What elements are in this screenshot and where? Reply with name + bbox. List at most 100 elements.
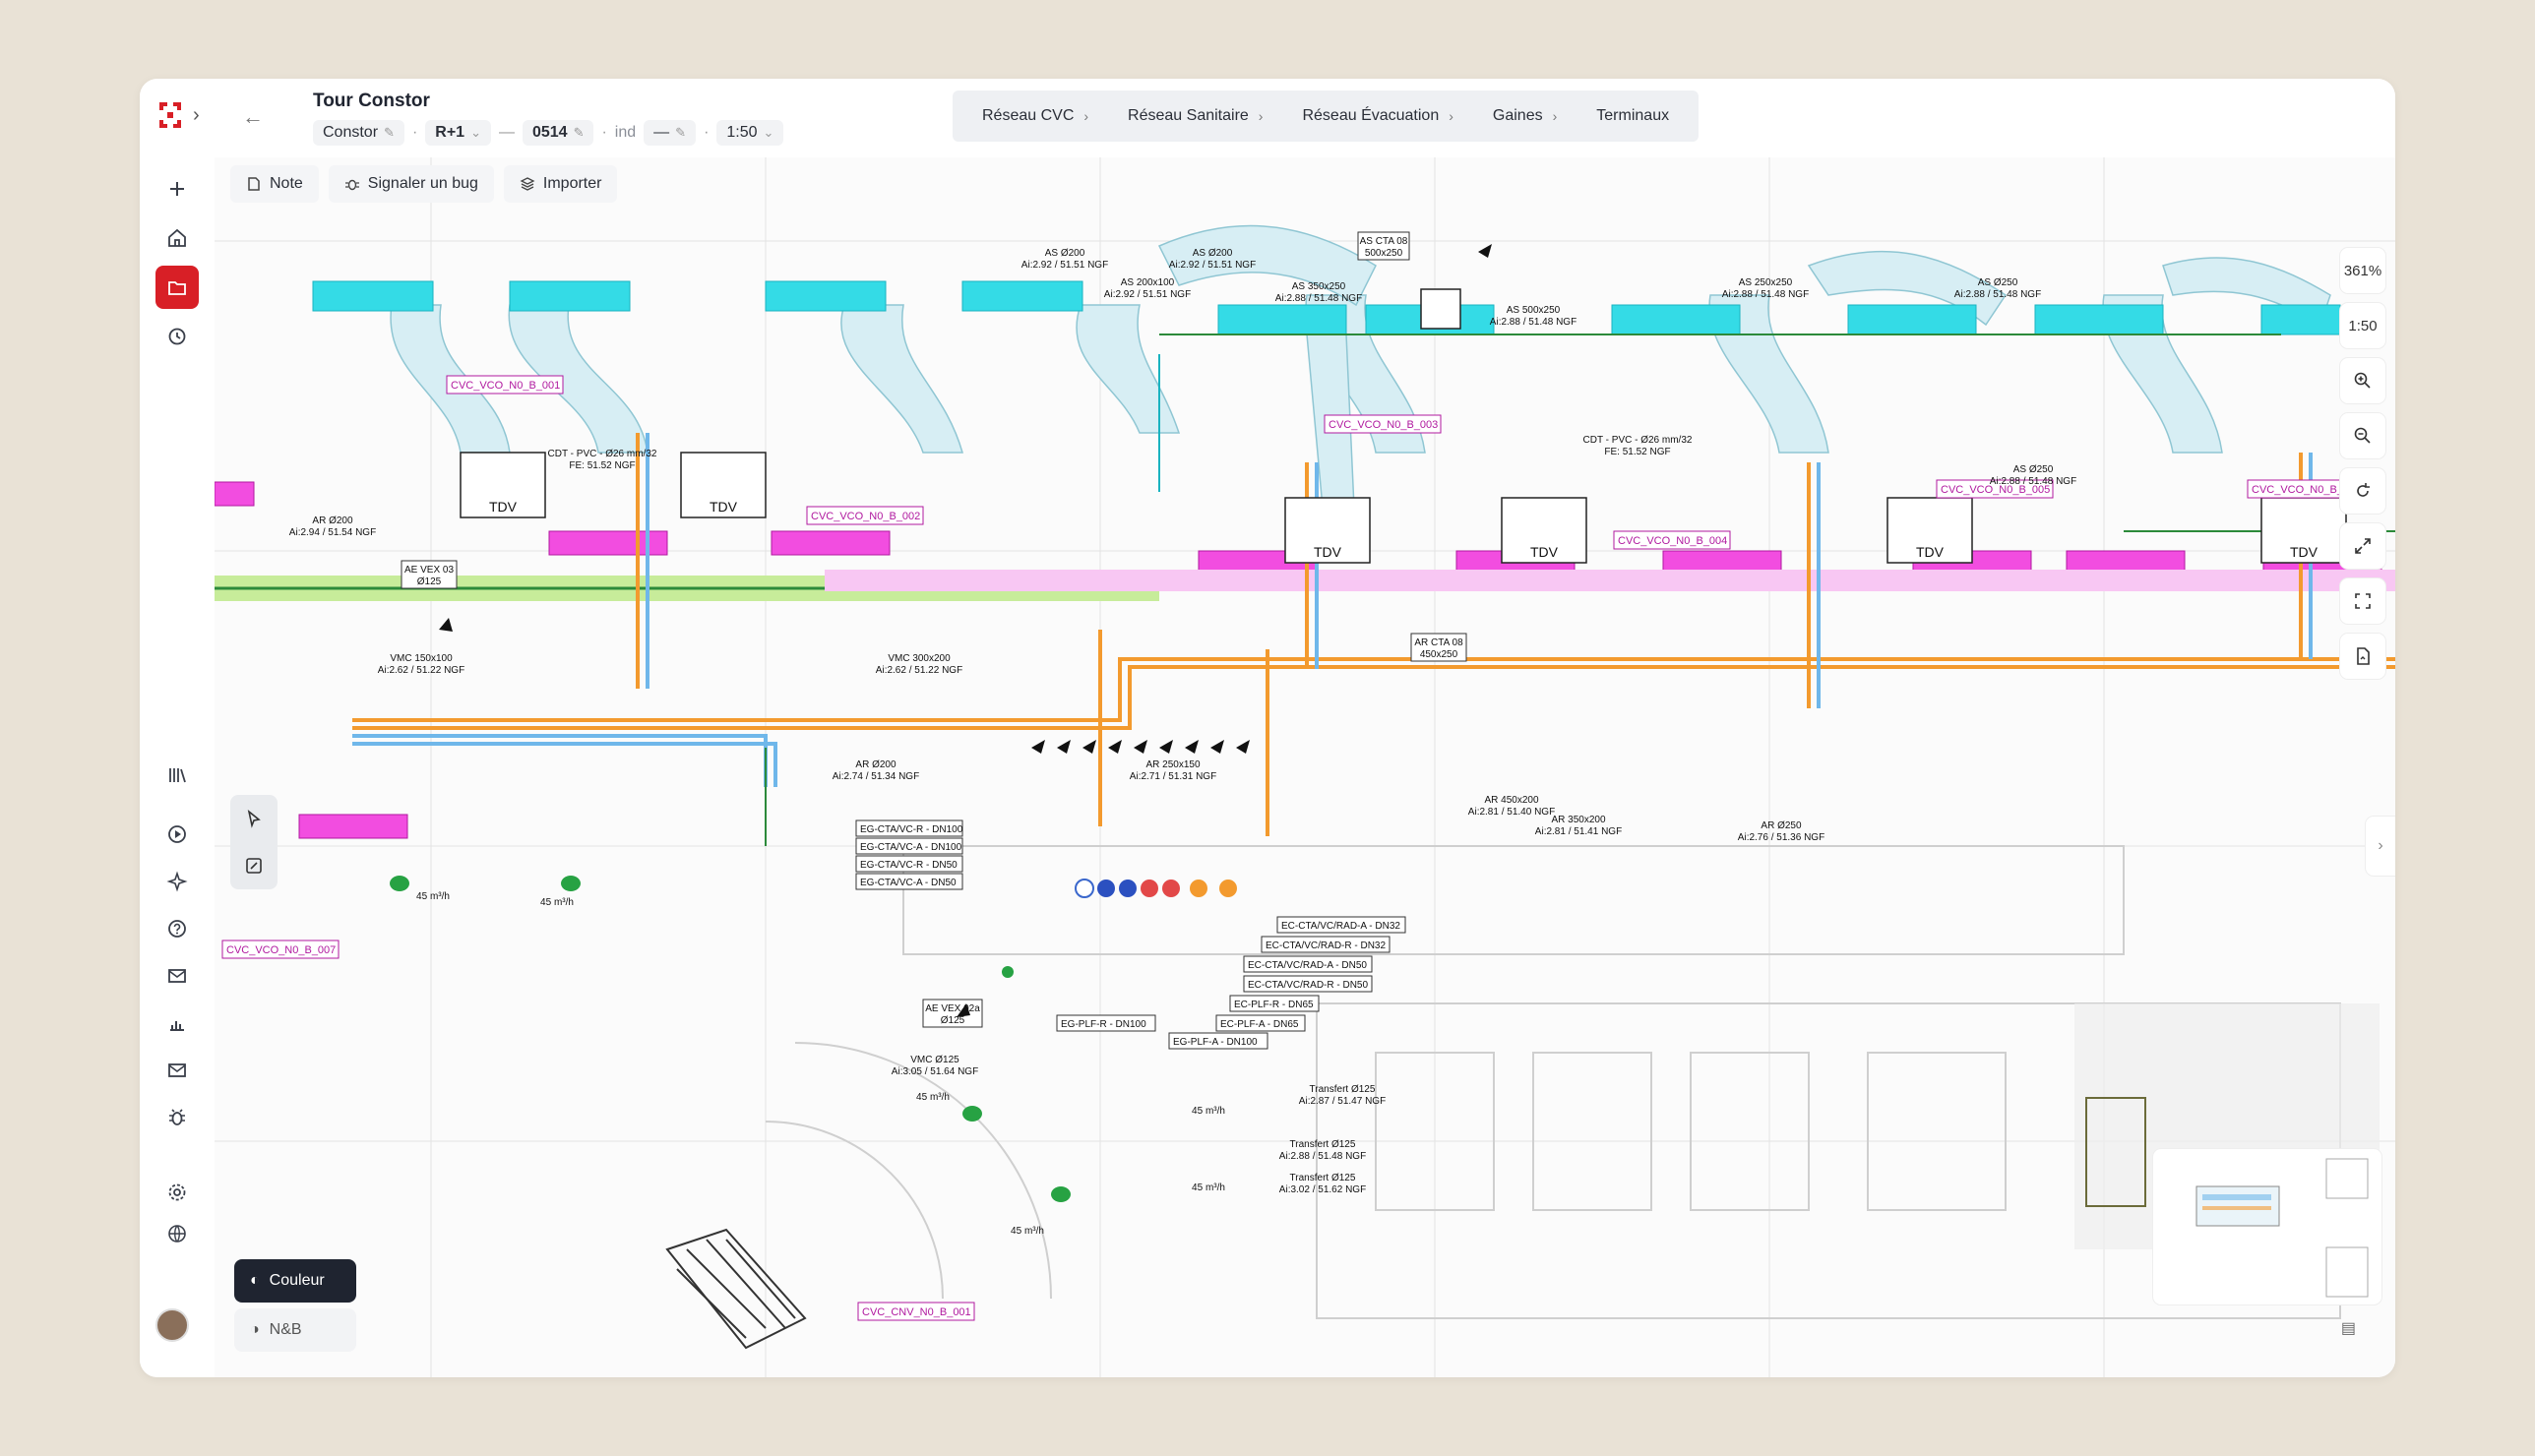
annotation: CDT - PVC - Ø26 mm/32 [1583,435,1693,446]
annotation: Ai:2.92 / 51.51 NGF [1021,260,1108,271]
user-avatar[interactable] [155,1308,189,1342]
ar-cta-dim: 450x250 [1420,649,1458,660]
play-icon[interactable] [155,813,199,856]
tab-reseau-evacuation[interactable]: Réseau Évacuation › [1284,107,1470,125]
cvc-tag: CVC_CNV_N0_B_001 [862,1306,971,1318]
chevron-right-icon[interactable]: › [2366,817,2395,876]
as-cta-dim: 500x250 [1365,248,1403,259]
annotation: AS Ø200 [1045,248,1085,259]
tdv-label: TDV [2290,544,2319,560]
pipe-label: EC-CTA/VC/RAD-A - DN50 [1248,960,1367,971]
annotation: Ai:2.74 / 51.34 NGF [833,771,919,782]
annotation: AS Ø200 [1193,248,1233,259]
color-mode-toggle: ◐ Couleur ◑ N&B [234,1259,356,1358]
folder-icon[interactable] [155,266,199,309]
chevron-right-icon[interactable]: › [193,104,200,127]
tab-label: Réseau Sanitaire [1128,107,1249,124]
annotation: AR Ø250 [1761,820,1802,831]
annotation: VMC Ø125 [910,1055,959,1065]
chevron-down-icon: ⌄ [763,125,774,140]
scale-select[interactable]: 1:50 ⌄ [716,120,784,146]
ae-vex02-dim: Ø125 [941,1015,965,1026]
edit-box-icon[interactable] [244,856,264,876]
minimap[interactable] [2153,1149,2381,1304]
edit-icon: ✎ [675,125,687,140]
annotation: Ai:2.81 / 51.41 NGF [1535,826,1622,837]
annotation: Ai:2.88 / 51.48 NGF [1490,317,1577,328]
annotation: Ai:2.62 / 51.22 NGF [378,665,464,676]
cursor-icon[interactable] [244,809,264,828]
project-title: Tour Constor [313,91,430,111]
annotation: Ai:2.88 / 51.48 NGF [1990,476,2076,487]
annotation: Ai:2.88 / 51.48 NGF [1954,289,2041,300]
annotation: Ai:2.88 / 51.48 NGF [1275,293,1362,304]
level-select[interactable]: R+1 ⌄ [425,120,491,146]
tab-reseau-sanitaire[interactable]: Réseau Sanitaire › [1110,107,1280,125]
tab-reseau-cvc[interactable]: Réseau CVC › [964,107,1106,125]
fit-screen-icon [2355,593,2371,609]
expand-button[interactable] [2340,523,2385,569]
add-icon[interactable] [155,167,199,211]
index-label: ind [614,124,637,141]
doc-number-label: 0514 [531,124,568,141]
home-icon[interactable] [155,216,199,260]
settings-icon[interactable] [155,1171,199,1214]
view-scale[interactable]: 1:50 [2340,303,2385,348]
annotation: AS 200x100 [1121,277,1175,288]
mail-icon[interactable] [155,954,199,998]
annotation: Ai:2.88 / 51.48 NGF [1279,1151,1366,1162]
pipe-label: EG-PLF-R - DN100 [1061,1019,1146,1030]
annotation: Ai:2.81 / 51.40 NGF [1468,807,1555,818]
bug-icon [344,179,359,191]
help-icon[interactable] [155,907,199,950]
cvc-tag: CVC_VCO_N0_B_002 [811,511,920,522]
constor-logo-icon[interactable] [154,98,187,132]
tab-gaines[interactable]: Gaines › [1475,107,1575,125]
fit-screen-button[interactable] [2340,578,2385,624]
plan-canvas[interactable]: TDV TDV TDV TDV TDV TDV CVC_VCO_N0_B_001… [215,157,2395,1377]
back-arrow-icon[interactable]: ← [242,104,264,130]
ar-cta-label: AR CTA 08 [1414,637,1463,648]
annotation: Ai:2.76 / 51.36 NGF [1738,832,1824,843]
annotation: AR 250x150 [1145,759,1200,770]
sparkle-icon[interactable] [155,860,199,903]
annotation: FE: 51.52 NGF [569,460,635,471]
inbox-icon[interactable] [155,1049,199,1092]
import-label: Importer [542,175,602,192]
color-mode-button[interactable]: ◐ Couleur [234,1259,356,1303]
zoom-in-button[interactable] [2340,358,2385,403]
zoom-level[interactable]: 361% [2340,248,2385,293]
library-icon[interactable] [155,754,199,797]
rotate-button[interactable] [2340,468,2385,514]
palette-icon: ◐ [250,1272,260,1289]
stats-icon[interactable] [155,1001,199,1045]
report-bug-button[interactable]: Signaler un bug [328,165,494,203]
app-window: › ← Tour Constor Constor ✎ · R+1 ⌄ — 051… [140,79,2395,1377]
annotation: Ai:2.92 / 51.51 NGF [1169,260,1256,271]
document-button[interactable] [2340,634,2385,679]
note-label: Note [270,175,303,192]
doc-number-chip[interactable]: 0514 ✎ [522,120,594,146]
bw-label: N&B [269,1321,302,1338]
chevron-right-icon: › [1449,108,1453,124]
cvc-tag: CVC_VCO_N0_B_001 [451,380,560,392]
globe-icon[interactable] [155,1212,199,1255]
edit-icon: ✎ [573,125,585,140]
import-button[interactable]: Importer [503,165,618,203]
notes-icon[interactable]: ▤ [2341,1318,2356,1338]
annotation: AS Ø250 [2013,464,2054,475]
annotation: AS 500x250 [1507,305,1561,316]
bw-mode-button[interactable]: ◑ N&B [234,1308,356,1352]
zoom-out-button[interactable] [2340,413,2385,458]
note-button[interactable]: Note [230,165,319,203]
annotation: Ai:2.94 / 51.54 NGF [289,527,376,538]
minimap-preview [2195,1158,2369,1298]
zoom-out-icon [2354,427,2371,444]
annotation: 45 m³/h [416,891,450,902]
project-meta: Constor ✎ · R+1 ⌄ — 0514 ✎ · ind — ✎ · 1:50 ⌄ [313,120,784,146]
company-chip[interactable]: Constor ✎ [313,120,404,146]
bug-icon[interactable] [155,1096,199,1139]
tab-terminaux[interactable]: Terminaux [1578,107,1687,125]
history-icon[interactable] [155,315,199,358]
index-chip[interactable]: — ✎ [644,120,697,146]
